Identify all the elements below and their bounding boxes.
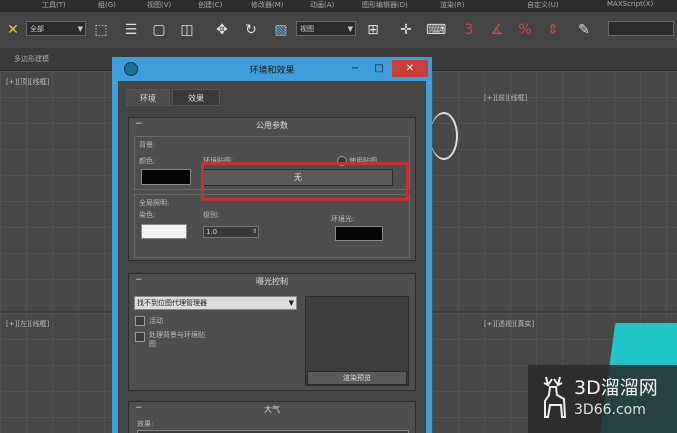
- menu-customize[interactable]: 自定义(U): [527, 0, 559, 10]
- window-crossing-icon[interactable]: ◫: [178, 21, 196, 39]
- close-button[interactable]: ✕: [392, 60, 428, 77]
- watermark-subtext: 3D66.com: [574, 402, 646, 418]
- process-background-label: 处理背景与环境贴图: [149, 331, 205, 348]
- rotate-gizmo-icon[interactable]: [430, 112, 458, 160]
- edit-named-selection-icon[interactable]: ✎: [575, 21, 593, 39]
- effects-label: 效果:: [137, 420, 154, 428]
- selection-filter-dropdown[interactable]: 全部 ▼: [26, 21, 86, 36]
- spinner-snap-icon[interactable]: ⇕: [544, 21, 562, 39]
- select-manipulate-icon[interactable]: ✛: [397, 21, 415, 39]
- exposure-type-value: 找不到位图代理管理器: [137, 299, 207, 307]
- menu-bar: 工具(T) 组(G) 视图(V) 创建(C) 修改器(M) 动画(A) 图形编辑…: [0, 0, 677, 12]
- scale-icon[interactable]: ▧: [272, 21, 290, 39]
- deer-logo-icon: [543, 376, 567, 418]
- rollout-title[interactable]: 大气: [129, 404, 415, 415]
- exposure-type-dropdown[interactable]: 找不到位图代理管理器 ▼: [134, 296, 297, 310]
- spinner-arrows-icon[interactable]: ⇕: [252, 227, 257, 237]
- link-icon[interactable]: ✕: [4, 21, 22, 39]
- tint-color-swatch[interactable]: [141, 224, 187, 239]
- percent-snap-icon[interactable]: %: [516, 21, 534, 39]
- menu-tools[interactable]: 工具(T): [42, 0, 66, 10]
- menu-modifiers[interactable]: 修改器(M): [251, 0, 284, 10]
- viewport-front[interactable]: [+][前][线框]: [432, 71, 677, 311]
- watermark-text: 3D溜溜网: [574, 377, 658, 399]
- color-label: 颜色:: [139, 157, 156, 165]
- ambient-color-swatch[interactable]: [335, 226, 383, 241]
- selection-filter-value: 全部: [30, 25, 44, 33]
- snap-toggle-icon[interactable]: 3: [460, 21, 478, 39]
- tint-label: 染色:: [139, 211, 156, 219]
- keyboard-shortcut-icon[interactable]: ⌨: [426, 21, 446, 39]
- watermark: 3D溜溜网 3D66.com: [528, 365, 677, 433]
- background-label: 背景:: [139, 141, 156, 149]
- atmosphere-rollout: − 大气 效果:: [128, 401, 416, 433]
- chevron-down-icon: ▼: [77, 25, 83, 33]
- environment-effects-dialog: 环境和效果 − □ ✕ 环境 效果 − 公用参数 背景: 颜色: 环境贴图: 使…: [112, 57, 432, 433]
- tab-effects[interactable]: 效果: [172, 89, 220, 106]
- main-toolbar: ✕ 全部 ▼ ⬚ ☰ ▢ ◫ ✥ ↻ ▧ 视图 ▼ ⊞ ✛ ⌨ 3 ∡ % ⇕ ✎: [0, 12, 677, 49]
- viewport-label[interactable]: [+][前][线框]: [484, 93, 527, 103]
- ref-coord-value: 视图: [300, 25, 314, 33]
- named-selection-field[interactable]: [608, 21, 674, 36]
- level-spinner[interactable]: 1.0 ⇕: [203, 226, 259, 238]
- render-preview-button[interactable]: 渲染预览: [307, 371, 407, 385]
- exposure-control-rollout: − 曝光控制 找不到位图代理管理器 ▼ 活动 处理背景与环境贴图 渲染预览: [128, 273, 416, 391]
- chevron-down-icon: ▼: [288, 299, 294, 307]
- ambient-label: 环境光:: [331, 215, 355, 223]
- menu-group[interactable]: 组(G): [98, 0, 116, 10]
- viewport-label[interactable]: [+][透视][真实]: [484, 319, 534, 329]
- menu-rendering[interactable]: 渲染(R): [440, 0, 464, 10]
- highlight-box: [201, 162, 409, 201]
- select-object-icon[interactable]: ⬚: [92, 21, 110, 39]
- menu-graph-editors[interactable]: 图形编辑器(D): [362, 0, 408, 10]
- ref-coord-dropdown[interactable]: 视图 ▼: [296, 21, 356, 36]
- select-by-name-icon[interactable]: ☰: [122, 21, 140, 39]
- dialog-titlebar[interactable]: 环境和效果 − □ ✕: [112, 57, 432, 81]
- rotate-icon[interactable]: ↻: [242, 21, 260, 39]
- active-label: 活动: [149, 317, 163, 325]
- menu-create[interactable]: 创建(C): [198, 0, 222, 10]
- viewport-label[interactable]: [+][左][线框]: [6, 319, 49, 329]
- background-color-swatch[interactable]: [141, 169, 191, 185]
- dialog-client: 环境 效果 − 公用参数 背景: 颜色: 环境贴图: 使用贴图 无 全局照明: …: [118, 81, 426, 433]
- ribbon-tab-polygon-modeling[interactable]: 多边形建模: [14, 54, 49, 64]
- menu-animation[interactable]: 动画(A): [310, 0, 334, 10]
- global-lighting-label: 全局照明:: [139, 199, 170, 207]
- level-value: 1.0: [206, 228, 218, 236]
- angle-snap-icon[interactable]: ∡: [488, 21, 506, 39]
- move-icon[interactable]: ✥: [213, 21, 231, 39]
- tab-environment[interactable]: 环境: [126, 89, 170, 106]
- active-checkbox[interactable]: [135, 316, 145, 326]
- pivot-icon[interactable]: ⊞: [364, 21, 382, 39]
- viewport-left[interactable]: [+][左][线框]: [0, 313, 112, 433]
- menu-views[interactable]: 视图(V): [147, 0, 171, 10]
- menu-maxscript[interactable]: MAXScript(X): [607, 0, 653, 8]
- maximize-button[interactable]: □: [368, 60, 390, 77]
- minimize-button[interactable]: −: [344, 60, 366, 77]
- viewport-label[interactable]: [+][顶][线框]: [6, 77, 49, 87]
- process-background-checkbox[interactable]: [135, 332, 145, 342]
- viewport-top[interactable]: [+][顶][线框]: [0, 71, 112, 311]
- rect-region-icon[interactable]: ▢: [150, 21, 168, 39]
- rollout-title[interactable]: 曝光控制: [129, 276, 415, 287]
- chevron-down-icon: ▼: [347, 25, 353, 33]
- level-label: 级别:: [203, 211, 220, 219]
- rollout-title[interactable]: 公用参数: [129, 120, 415, 131]
